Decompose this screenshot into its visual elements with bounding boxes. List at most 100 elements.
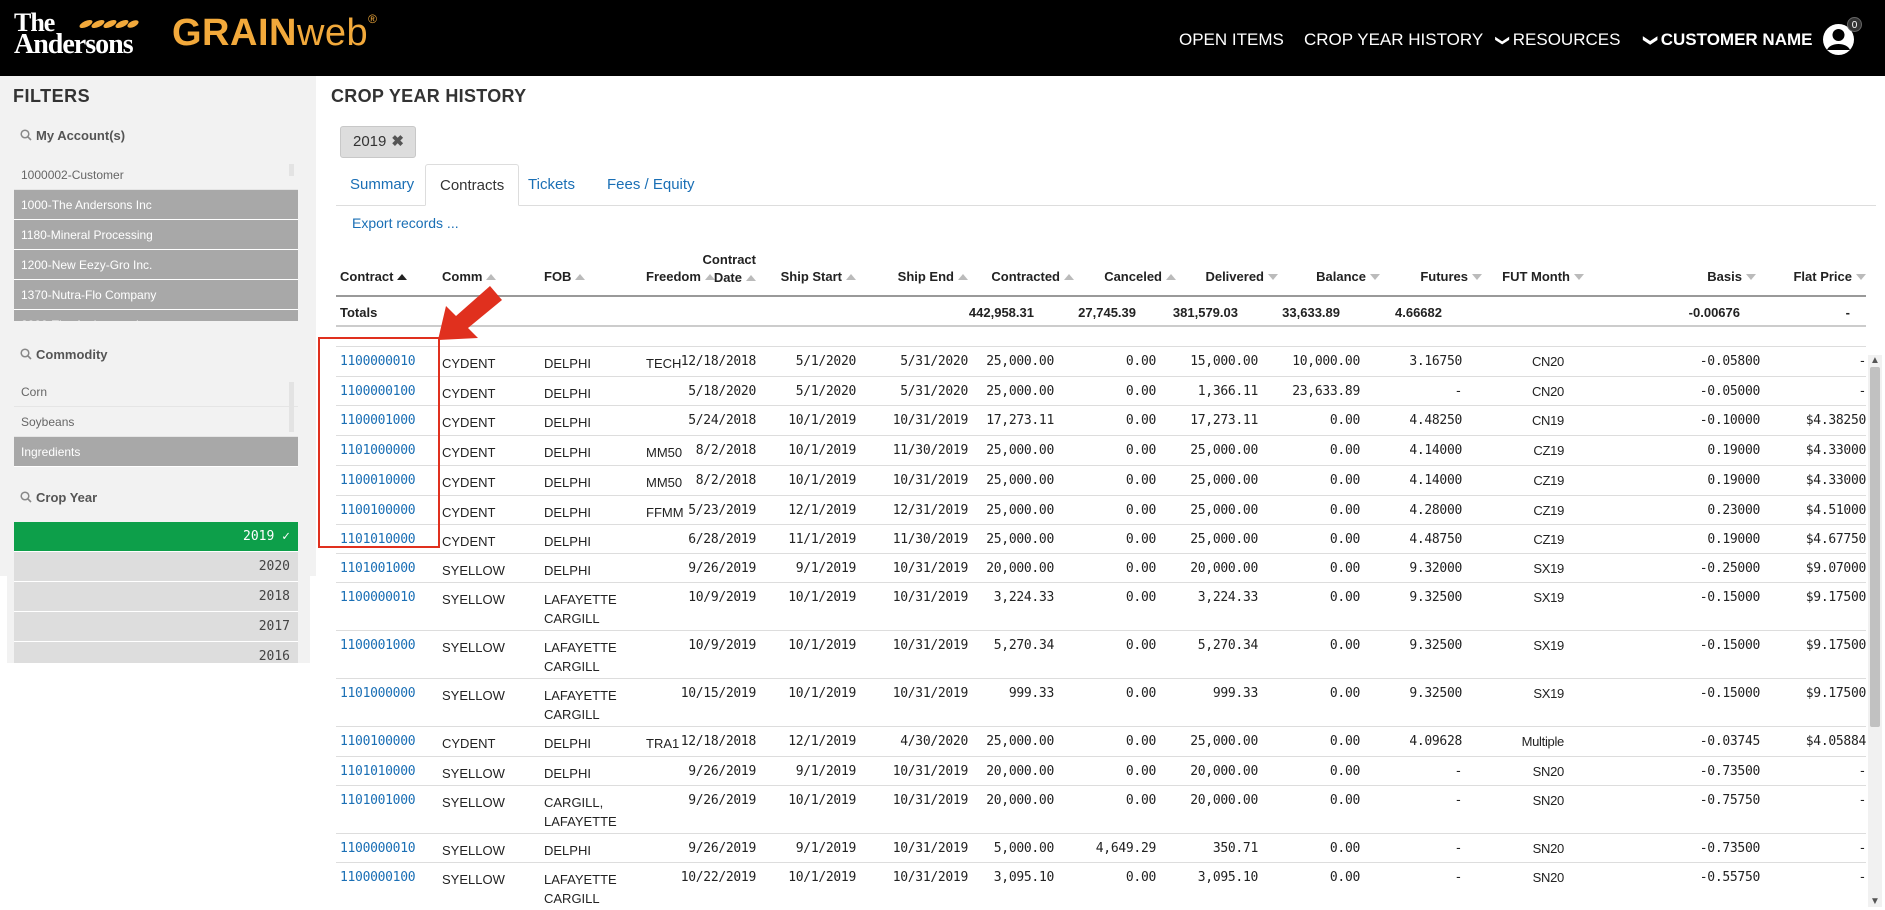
- col-fob[interactable]: FOB: [544, 269, 586, 284]
- scroll-up-icon[interactable]: ▲: [1870, 355, 1880, 366]
- totals-contracted: 442,958.31: [968, 305, 1034, 320]
- tab-fees-equity[interactable]: Fees / Equity: [593, 164, 709, 206]
- contract-link[interactable]: 1100000010: [340, 841, 416, 856]
- table-row[interactable]: 1100001000 CYDENT DELPHI 5/24/2018 10/1/2019…: [336, 405, 1866, 435]
- col-fob-label: FOB: [544, 269, 572, 284]
- cell-fob: LAFAYETTE CARGILL: [544, 872, 617, 906]
- cell-freedom: MM50: [646, 475, 683, 490]
- nav-crop-year-history[interactable]: CROP YEAR HISTORY: [1304, 30, 1483, 50]
- tab-tickets[interactable]: Tickets: [514, 164, 589, 206]
- crop-year-item-2018[interactable]: 2018: [14, 582, 298, 612]
- table-row[interactable]: 1100100000 CYDENT DELPHI FFMM 5/23/2019 12/1/…: [336, 495, 1866, 524]
- scroll-down-icon[interactable]: ▼: [1870, 896, 1880, 907]
- col-delivered[interactable]: Delivered: [1205, 269, 1278, 284]
- account-item[interactable]: 1200-New Eezy-Gro Inc.: [14, 250, 298, 280]
- accounts-list[interactable]: 1000002-Customer 1000-The Andersons Inc …: [14, 160, 298, 321]
- commodity-item-corn[interactable]: Corn: [14, 377, 298, 407]
- crop-year-item-2016[interactable]: 2016: [14, 642, 298, 663]
- contract-link[interactable]: 1101001000: [340, 793, 416, 808]
- accounts-scrollbar[interactable]: [289, 164, 294, 176]
- crop-year-list[interactable]: 2019 ✓ 2020 2018 2017 2016: [14, 522, 298, 663]
- filter-crop-year-header[interactable]: Crop Year: [20, 490, 97, 505]
- chip-label: 2019: [353, 133, 387, 150]
- col-balance[interactable]: Balance: [1316, 269, 1380, 284]
- col-comm[interactable]: Comm: [442, 269, 497, 284]
- table-row[interactable]: 1100000010 SYELLOW DELPHI 9/26/2019 9/1/2019…: [336, 833, 1866, 862]
- cell-basis: -0.75750: [1699, 793, 1761, 808]
- col-fut-month[interactable]: FUT Month: [1502, 269, 1584, 284]
- scrollbar-thumb[interactable]: [1870, 367, 1880, 727]
- cell-contracted: 5,270.34: [993, 638, 1055, 653]
- col-contracted[interactable]: Contracted: [991, 269, 1074, 284]
- account-item[interactable]: 2000-The Andersons Inc: [14, 310, 298, 321]
- tab-summary[interactable]: Summary: [336, 164, 428, 206]
- table-row[interactable]: 1101001000 SYELLOW CARGILL, LAFAYETTE 9/26/…: [336, 785, 1866, 833]
- logo-web: web: [296, 12, 369, 54]
- commodity-item-ingredients[interactable]: Ingredients: [14, 437, 298, 467]
- sort-asc-icon: [397, 274, 408, 280]
- cell-balance: 0.00: [1329, 793, 1360, 808]
- contract-link[interactable]: 1101010000: [340, 764, 416, 779]
- table-row[interactable]: 1101010000 CYDENT DELPHI 6/28/2019 11/1/2019…: [336, 524, 1866, 553]
- filter-crop-year-label: Crop Year: [36, 490, 98, 505]
- table-scrollbar[interactable]: ▲ ▼: [1868, 355, 1882, 907]
- col-basis[interactable]: Basis: [1707, 269, 1756, 284]
- col-contract-date[interactable]: Contract Date: [703, 251, 756, 287]
- account-item[interactable]: 1180-Mineral Processing: [14, 220, 298, 250]
- grainweb-logo[interactable]: GRAINweb®: [172, 12, 378, 55]
- export-records-link[interactable]: Export records ...: [352, 215, 459, 231]
- col-contract[interactable]: Contract: [340, 269, 408, 284]
- cell-delivered: 15,000.00: [1190, 354, 1258, 369]
- remove-filter-icon[interactable]: ✖: [391, 133, 404, 150]
- filters-title: FILTERS: [13, 86, 91, 106]
- table-row[interactable]: 1100000100 SYELLOW LAFAYETTE CARGILL 10/22/…: [336, 862, 1866, 910]
- col-futures[interactable]: Futures: [1420, 269, 1482, 284]
- table-row[interactable]: 1100000010 SYELLOW LAFAYETTE CARGILL 10/9/2…: [336, 582, 1866, 630]
- cell-contract-date: 5/18/2020: [688, 384, 756, 399]
- contract-link[interactable]: 1100100000: [340, 734, 416, 749]
- contract-link[interactable]: 1101000000: [340, 686, 416, 701]
- contract-link[interactable]: 1101001000: [340, 561, 416, 576]
- filter-commodity-header[interactable]: Commodity: [20, 347, 108, 362]
- contract-link[interactable]: 1100000010: [340, 590, 416, 605]
- cell-flat-price: $9.07000: [1805, 561, 1867, 576]
- table-row[interactable]: 1100000100 CYDENT DELPHI 5/18/2020 5/1/2020 5…: [336, 376, 1866, 405]
- account-item[interactable]: 1370-Nutra-Flo Company: [14, 280, 298, 310]
- table-row[interactable]: 1100100000 CYDENT DELPHI TRA1 12/18/2018 12/1…: [336, 726, 1866, 756]
- nav-resources[interactable]: ❯RESOURCES: [1495, 30, 1620, 50]
- table-row[interactable]: 1101001000 SYELLOW DELPHI 9/26/2019 9/1/2019…: [336, 553, 1866, 582]
- year-filter-chip[interactable]: 2019 ✖: [340, 126, 416, 158]
- crop-year-item-2019[interactable]: 2019 ✓: [14, 522, 298, 552]
- tab-contracts[interactable]: Contracts: [425, 164, 520, 206]
- table-row[interactable]: 1101010000 SYELLOW DELPHI 9/26/2019 9/1/2019…: [336, 756, 1866, 785]
- logo-registered: ®: [368, 12, 378, 26]
- col-ship-end[interactable]: Ship End: [898, 269, 968, 284]
- nav-customer-menu[interactable]: ❯CUSTOMER NAME: [1643, 30, 1812, 50]
- table-row[interactable]: 1101000000 SYELLOW LAFAYETTE CARGILL 10/15/…: [336, 678, 1866, 726]
- col-flat-price[interactable]: Flat Price: [1793, 269, 1866, 284]
- table-row[interactable]: 1100001000 SYELLOW LAFAYETTE CARGILL 10/9/2…: [336, 630, 1866, 678]
- contract-link[interactable]: 1100001000: [340, 638, 416, 653]
- commodity-scrollbar[interactable]: [289, 382, 294, 432]
- cell-ship-start: 9/1/2019: [795, 841, 857, 856]
- table-row[interactable]: 1100000010 CYDENT DELPHI TECH 12/18/2018 5/1/…: [336, 346, 1866, 376]
- crop-year-item-2017[interactable]: 2017: [14, 612, 298, 642]
- cell-contracted: 17,273.11: [986, 413, 1054, 428]
- nav-open-items[interactable]: OPEN ITEMS: [1179, 30, 1284, 50]
- col-canceled[interactable]: Canceled: [1104, 269, 1176, 284]
- filter-accounts-header[interactable]: My Account(s): [20, 128, 125, 143]
- table-row[interactable]: 1100010000 CYDENT DELPHI MM50 8/2/2018 10/1/2…: [336, 465, 1866, 495]
- table-row[interactable]: 1101000000 CYDENT DELPHI MM50 8/2/2018 10/1/2…: [336, 435, 1866, 465]
- cell-balance: 0.00: [1329, 590, 1360, 605]
- cell-contracted: 3,095.10: [993, 870, 1055, 885]
- commodity-list[interactable]: Corn Soybeans Ingredients: [14, 377, 298, 470]
- contract-link[interactable]: 1100000100: [340, 870, 416, 885]
- account-item[interactable]: 1000002-Customer: [14, 160, 298, 190]
- cell-ship-start: 10/1/2019: [788, 638, 856, 653]
- crop-year-item-2020[interactable]: 2020: [14, 552, 298, 582]
- cell-ship-end: 4/30/2020: [900, 734, 968, 749]
- account-item[interactable]: 1000-The Andersons Inc: [14, 190, 298, 220]
- col-ship-start[interactable]: Ship Start: [781, 269, 856, 284]
- cell-balance: 0.00: [1329, 638, 1360, 653]
- commodity-item-soybeans[interactable]: Soybeans: [14, 407, 298, 437]
